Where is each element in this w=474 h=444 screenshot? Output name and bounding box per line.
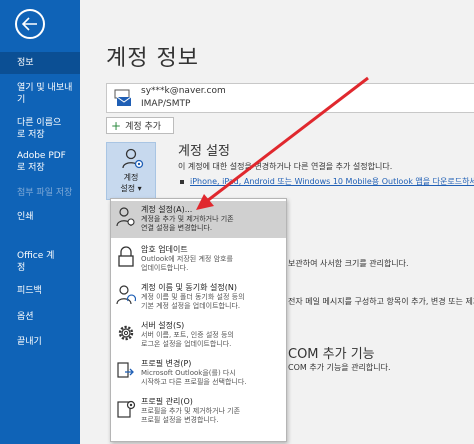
mobile-app-link[interactable]: iPhone, iPad, Android 또는 Windows 10 Mobi… [190,176,474,187]
account-settings-heading: 계정 설정 [178,144,230,159]
account-settings-icon [122,148,144,169]
menu-item-account-settings[interactable]: 계정 설정(A)... 계정을 추가 및 제거하거나 기존 연결 설정을 변경합니… [111,201,286,238]
account-settings-desc: 이 계정에 대한 설정을 변경하거나 다른 연결을 추가 설정합니다. [178,162,393,171]
back-arrow-icon [22,17,37,31]
back-button[interactable] [15,9,45,39]
tile-label-line1: 계정 [123,173,139,182]
nav-item-info[interactable]: 정보 [0,52,80,74]
menu-item-name-sync-settings[interactable]: 계정 이름 및 동기화 설정(N) 계정 이름 및 폴더 동기화 설정 등의 기본… [111,279,286,316]
plus-icon: + [111,118,122,133]
tile-label-line2: 설정 ▾ [120,184,142,193]
com-addins-heading: COM 추가 기능 [288,347,375,362]
lock-icon [118,246,134,267]
nav-item-save-as[interactable]: 다른 이름으로 저장 [0,117,66,141]
nav-item-save-attachments: 첨부 파일 저장 [17,188,73,198]
page-title: 계정 정보 [106,46,199,71]
nav-item-office-account[interactable]: Office 계정 [0,250,58,274]
menu-item-manage-profiles[interactable]: 프로필 관리(O) 프로필을 추가 및 제거하거나 기존 프로필 설정을 변경합니… [111,393,286,430]
gear-icon [118,325,134,341]
nav-item-print[interactable]: 인쇄 [0,211,80,223]
nav-item-open-export[interactable]: 열기 및 내보내기 [0,82,80,106]
nav-item-save-pdf[interactable]: Adobe PDF로 저장 [0,150,66,174]
nav-item-exit[interactable]: 끝내기 [0,336,80,348]
profile-switch-icon [117,362,134,378]
account-selector[interactable]: sy***k@naver.com IMAP/SMTP [106,83,474,113]
mail-account-icon [114,89,132,106]
account-settings-icon [116,207,135,227]
mailbox-desc: 보관하여 사서함 크기를 관리합니다. [288,259,409,268]
menu-item-update-password[interactable]: 암호 업데이트 Outlook에 저장된 계정 암호를 업데이트합니다. [111,241,286,278]
add-account-button[interactable]: + 계정 추가 [106,117,174,134]
rules-desc: 전자 메일 메시지를 구성하고 항목이 추가, 변경 또는 제거 [288,297,474,306]
bullet-icon [180,180,184,184]
account-type: IMAP/SMTP [141,99,191,109]
account-settings-button[interactable]: 계정 설정 ▾ [106,142,156,200]
backstage-nav: 정보 열기 및 내보내기 다른 이름으로 저장 Adobe PDF로 저장 첨부… [0,0,80,444]
com-addins-desc: COM 추가 기능을 관리합니다. [288,363,391,372]
nav-item-feedback[interactable]: 피드백 [0,285,80,297]
menu-item-change-profile[interactable]: 프로필 변경(P) Microsoft Outlook을(를) 다시 시작하고 다… [111,355,286,392]
account-email: sy***k@naver.com [141,86,226,96]
account-settings-menu: 계정 설정(A)... 계정을 추가 및 제거하거나 기존 연결 설정을 변경합니… [110,198,287,442]
menu-item-server-settings[interactable]: 서버 설정(S) 서버 이름, 포트, 인증 설정 등의 로그온 설정을 업데이트… [111,317,286,354]
profile-manage-icon [117,400,136,418]
nav-item-options[interactable]: 옵션 [0,311,80,323]
user-sync-icon [116,285,136,305]
